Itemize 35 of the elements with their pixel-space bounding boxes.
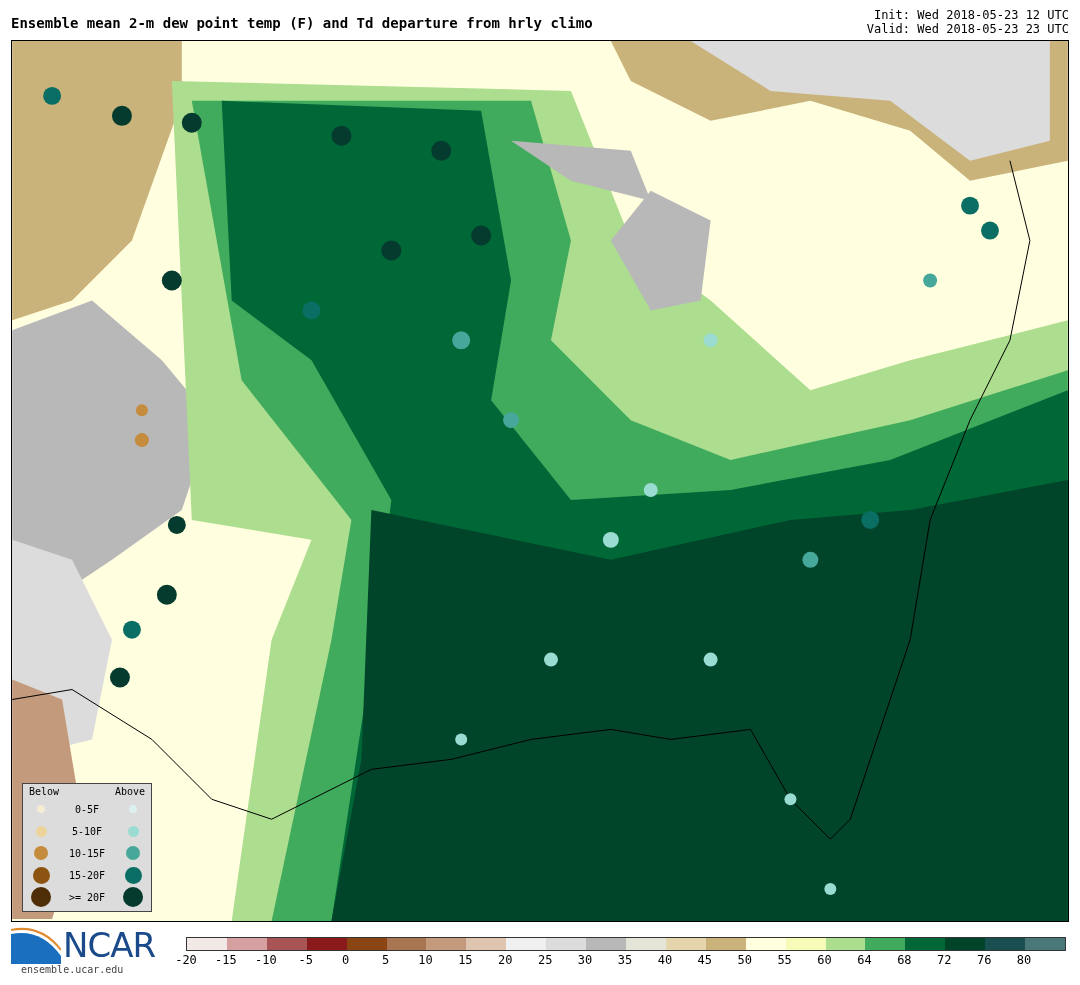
init-time: Init: Wed 2018-05-23 12 UTC	[873, 8, 1069, 22]
colorbar-tick-label: 35	[617, 953, 633, 967]
colorbar-tick-label: 64	[857, 953, 872, 967]
colorbar-tick-label: 15	[458, 953, 473, 967]
colorbar-tick-label: 40	[657, 953, 673, 967]
colorbar-tick-label: -20	[175, 953, 197, 967]
colorbar-tick-label: 76	[976, 953, 992, 967]
colorbar-tick-label: 55	[777, 953, 792, 967]
colorbar-tick-label: 5	[381, 953, 390, 967]
legend-label: 10-15F	[67, 847, 107, 859]
colorbar-tick-label: 72	[937, 953, 952, 967]
legend-label: 15-20F	[67, 869, 107, 881]
colorbar-tick-label: 10	[418, 953, 433, 967]
valid-time: Valid: Wed 2018-05-23 23 UTC	[866, 22, 1069, 36]
chart-title: Ensemble mean 2-m dew point temp (F) and Td departure from hrly climo	[11, 15, 593, 31]
colorbar-tick-label: 50	[737, 953, 752, 967]
logo-text: NCAR	[63, 927, 156, 963]
site-url: ensemble.ucar.edu	[20, 964, 125, 975]
colorbar-tick-label: -10	[254, 953, 277, 967]
legend-label: 5-10F	[70, 825, 104, 837]
legend-label: >= 20F	[67, 891, 107, 903]
legend-label: 0-5F	[73, 803, 101, 815]
colorbar-tick-label: -5	[298, 953, 313, 967]
legend-heading: Above	[114, 786, 145, 797]
colorbar-tick-label: 20	[498, 953, 513, 967]
colorbar-tick-label: 45	[697, 953, 713, 967]
colorbar-tick-label: 60	[817, 953, 832, 967]
colorbar-tick-label: -15	[215, 953, 237, 967]
colorbar-tick-label: 30	[577, 953, 593, 967]
colorbar-tick-label: 68	[897, 953, 912, 967]
colorbar-tick-label: 0	[342, 953, 350, 967]
legend-heading: Below	[29, 786, 60, 797]
colorbar-tick-label: 25	[537, 953, 553, 967]
logo-swoosh-icon	[11, 926, 61, 964]
colorbar-tick-label: 80	[1016, 953, 1032, 967]
